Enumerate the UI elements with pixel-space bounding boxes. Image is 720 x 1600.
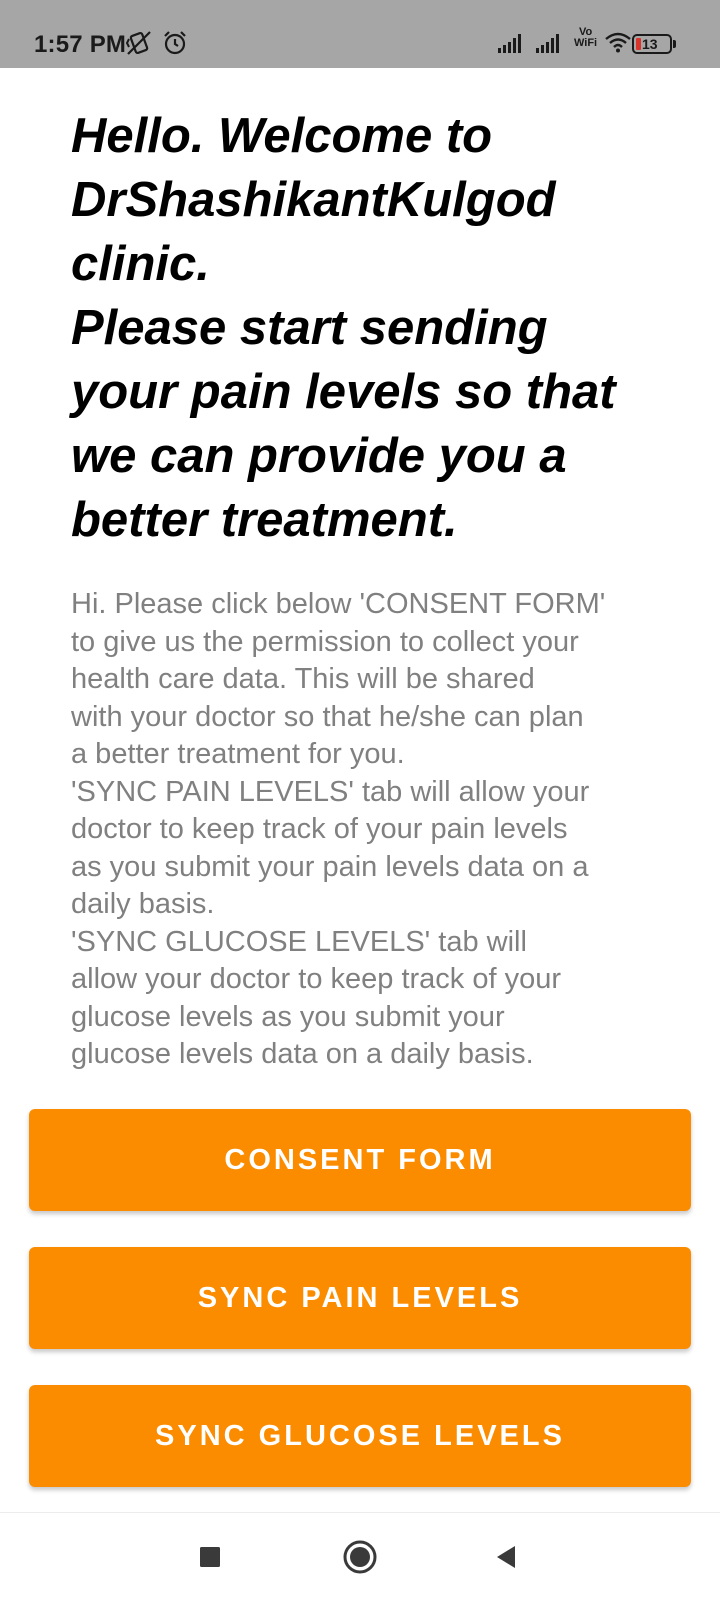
sync-pain-levels-button[interactable]: SYNC PAIN LEVELS <box>29 1247 691 1349</box>
signal-icon <box>498 33 526 53</box>
battery-icon: 13 <box>632 34 676 54</box>
status-time: 1:57 PM <box>34 31 127 58</box>
vowifi-indicator: Vo WiFi <box>574 27 597 49</box>
home-button[interactable] <box>340 1537 380 1577</box>
wifi-icon <box>604 31 632 53</box>
navigation-bar <box>0 1512 720 1600</box>
vowifi-bottom-label: WiFi <box>574 37 598 49</box>
home-circle-icon <box>343 1540 377 1574</box>
sync-glucose-levels-button[interactable]: SYNC GLUCOSE LEVELS <box>29 1385 691 1487</box>
mute-vibrate-icon <box>126 30 152 56</box>
status-bar: 1:57 PM Vo WiFi 13 <box>0 0 720 68</box>
battery-fill <box>636 38 641 50</box>
alarm-icon <box>162 30 188 56</box>
instructions-text: Hi. Please click below 'CONSENT FORM' to… <box>71 588 606 1070</box>
back-button[interactable] <box>486 1537 526 1577</box>
welcome-headline: Hello. Welcome to DrShashikantKulgod cli… <box>71 109 616 547</box>
battery-level: 13 <box>642 36 658 52</box>
recents-button[interactable] <box>190 1537 230 1577</box>
signal-icon <box>536 33 564 53</box>
app-screen: 1:57 PM Vo WiFi 13 Hello. Welcome to DrS… <box>0 0 720 1600</box>
recents-square-icon <box>200 1547 220 1567</box>
consent-form-button[interactable]: CONSENT FORM <box>29 1109 691 1211</box>
back-triangle-icon <box>497 1546 515 1568</box>
